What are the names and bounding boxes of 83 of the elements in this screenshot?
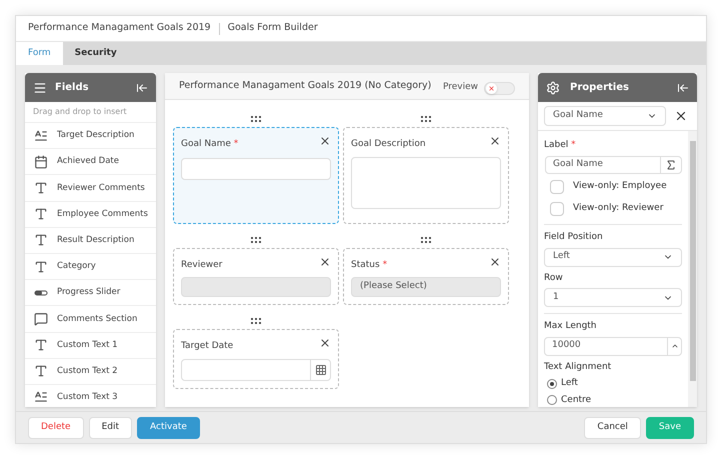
drag-handle-icon[interactable] [251, 236, 261, 242]
collapse-icon[interactable] [677, 82, 689, 94]
text-lines-icon [34, 390, 48, 404]
text-icon [34, 207, 48, 222]
form-field-card[interactable]: Goal Name * [173, 127, 339, 224]
field-list-item[interactable]: Custom Text 1 [25, 332, 156, 359]
field-label: Target Date [181, 340, 234, 353]
field-label: Goal Description [351, 138, 426, 151]
field-label: Goal Name * [181, 138, 238, 151]
form-field-card[interactable]: Status * (Please Select) [343, 248, 509, 305]
field-list-item[interactable]: Target Description [25, 123, 156, 150]
close-icon[interactable] [319, 337, 331, 349]
panel-title: Properties [570, 81, 630, 95]
action-button[interactable]: Cancel [584, 416, 641, 438]
text-lines-icon [34, 128, 48, 143]
window-subtitle: Goals Form Builder [228, 21, 318, 36]
action-button[interactable]: Delete [28, 416, 84, 438]
close-icon[interactable] [674, 109, 688, 123]
calendar-icon[interactable] [314, 364, 326, 376]
field-label: Reviewer [181, 258, 222, 272]
close-icon[interactable] [489, 256, 501, 268]
field-select[interactable]: Goal Name [544, 106, 666, 126]
field-list-item[interactable]: Reviewer Comments [25, 175, 156, 202]
row-select[interactable]: 1 [544, 288, 682, 308]
preview-toggle[interactable] [484, 82, 515, 94]
field-list-item[interactable]: Result Description [25, 228, 156, 254]
drag-handle-icon[interactable] [421, 236, 431, 242]
cross-icon [488, 84, 495, 92]
close-icon[interactable] [319, 135, 331, 147]
property-label: Row [544, 272, 564, 285]
tab[interactable]: Security [62, 42, 129, 65]
radio-button[interactable] [547, 378, 557, 389]
tab[interactable]: Form [16, 42, 63, 65]
property-label: Field Position [544, 231, 604, 244]
form-field-card[interactable]: Reviewer [173, 248, 339, 305]
calendar-icon [34, 154, 48, 169]
settings-icon[interactable] [546, 80, 560, 94]
form-field-card[interactable]: Target Date [173, 329, 339, 388]
text-icon [34, 338, 48, 352]
property-label: Label * [544, 139, 577, 152]
radio-label: Centre [561, 394, 592, 406]
window-title: Performance Managament Goals 2019 [28, 21, 211, 36]
checkbox[interactable] [550, 202, 564, 216]
field-list-item[interactable]: Achieved Date [25, 149, 156, 176]
drag-handle-icon[interactable] [421, 116, 431, 122]
field-list-item[interactable]: Progress Slider [25, 280, 156, 306]
number-input[interactable]: 10000 [544, 336, 682, 356]
checkbox-label: View-only: Reviewer [573, 202, 664, 215]
field-list-item[interactable]: Custom Text 2 [25, 358, 156, 385]
checkbox-label: View-only: Employee [573, 180, 667, 194]
form-field-card[interactable]: Goal Description [343, 127, 509, 224]
menu-icon[interactable] [33, 80, 47, 94]
close-icon[interactable] [319, 256, 331, 268]
property-label: Text Alignment [544, 360, 612, 374]
text-icon [34, 364, 48, 378]
panel-title: Fields [55, 81, 90, 95]
text-icon [34, 260, 48, 274]
text-icon [34, 233, 48, 248]
radio-label: Left [561, 377, 578, 390]
field-list-item[interactable]: Comments Section [25, 306, 156, 332]
checkbox[interactable] [550, 180, 564, 194]
label-input[interactable]: Goal Name [545, 156, 682, 174]
speech-bubble-icon [34, 312, 48, 326]
input-field[interactable] [181, 158, 331, 180]
property-label: Max Length [544, 320, 598, 334]
radio-button[interactable] [547, 395, 557, 406]
date-field[interactable] [181, 358, 331, 380]
toggle-label: Preview [442, 81, 478, 94]
drag-handle-icon[interactable] [251, 318, 261, 324]
formula-icon[interactable] [665, 158, 677, 171]
collapse-icon[interactable] [136, 82, 148, 94]
hint-text: Drag and drop to insert [25, 102, 156, 123]
scrollbar[interactable] [688, 131, 697, 407]
close-icon[interactable] [489, 135, 501, 147]
select-field[interactable]: (Please Select) [351, 277, 501, 297]
field-list-item[interactable]: Employee Comments [25, 202, 156, 228]
text-icon [34, 180, 48, 195]
field-label: Status * [351, 258, 388, 272]
action-button[interactable]: Edit [88, 416, 132, 438]
drag-handle-icon[interactable] [251, 116, 261, 122]
form-title: Performance Managament Goals 2019 (No Category) [179, 78, 432, 93]
position-select[interactable]: Left [544, 248, 682, 267]
field-list-item[interactable]: Category [25, 254, 156, 280]
